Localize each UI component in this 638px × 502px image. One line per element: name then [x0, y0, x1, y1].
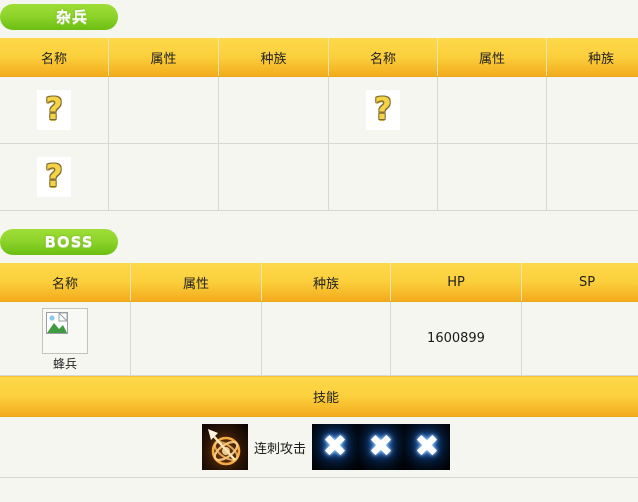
mobs-cell-race-1 — [218, 76, 329, 144]
boss-col-race: 种族 — [261, 263, 391, 302]
mobs-section-badge: 杂兵 — [0, 4, 118, 30]
mobs-cell-attr-2 — [437, 76, 547, 144]
mobs-col-race-1: 种族 — [218, 38, 329, 77]
spiral-thrust-glyph — [207, 429, 241, 466]
mobs-col-attr-2: 属性 — [437, 38, 547, 77]
unknown-placeholder-icon: ? — [37, 90, 71, 130]
unknown-placeholder-icon: ? — [37, 157, 71, 197]
mobs-cell-name-3[interactable]: ? — [0, 143, 109, 211]
x-mark-icon[interactable]: ✖ — [404, 424, 450, 470]
mobs-table-head: 名称 属性 种族 名称 属性 种族 — [0, 38, 638, 77]
table-row: ? — [0, 143, 638, 211]
boss-cell-hp: 1600899 — [390, 301, 522, 376]
mobs-cell-name-4 — [328, 143, 438, 211]
x-mark-icon[interactable]: ✖ — [312, 424, 358, 470]
skill-item-1[interactable]: 连刺攻击 — [201, 424, 312, 470]
x-mark-glyph: ✖ — [368, 429, 394, 464]
boss-table-body: 蜂兵 1600899 技能 连刺攻击 ✖ ✖ ✖ — [0, 301, 638, 478]
boss-table-head: 名称 属性 种族 HP SP — [0, 263, 638, 302]
boss-col-name: 名称 — [0, 263, 131, 302]
skills-header-label: 技能 — [0, 375, 638, 417]
mobs-header-row: 名称 属性 种族 名称 属性 种族 — [0, 38, 638, 77]
boss-cell-race — [261, 301, 391, 376]
skill-label-1: 连刺攻击 — [253, 441, 306, 457]
unknown-placeholder-icon: ? — [366, 90, 400, 130]
mobs-table: 名称 属性 种族 名称 属性 种族 ? ? ? — [0, 38, 638, 211]
skill-strip: 连刺攻击 ✖ ✖ ✖ — [1, 424, 638, 470]
mobs-section-badge-wrap: 杂兵 — [0, 0, 638, 30]
x-mark-glyph: ✖ — [322, 429, 348, 464]
mobs-cell-name-1[interactable]: ? — [0, 76, 109, 144]
skills-cell: 连刺攻击 ✖ ✖ ✖ — [0, 416, 638, 478]
mobs-cell-attr-4 — [437, 143, 547, 211]
spiral-thrust-icon[interactable] — [201, 424, 248, 470]
skill-item-3[interactable]: ✖ — [358, 424, 404, 470]
mobs-cell-race-4 — [546, 143, 638, 211]
mobs-cell-attr-3 — [108, 143, 219, 211]
mobs-cell-race-2 — [546, 76, 638, 144]
boss-col-sp: SP — [521, 263, 638, 302]
mobs-col-name-1: 名称 — [0, 38, 109, 77]
boss-col-attr: 属性 — [130, 263, 262, 302]
table-row: 蜂兵 1600899 — [0, 301, 638, 376]
boss-table: 名称 属性 种族 HP SP 蜂兵 1600899 技能 连刺攻击 ✖ ✖ ✖ — [0, 263, 638, 478]
x-mark-icon[interactable]: ✖ — [358, 424, 404, 470]
table-row: ? ? — [0, 76, 638, 144]
mobs-cell-attr-1 — [108, 76, 219, 144]
skills-row: 连刺攻击 ✖ ✖ ✖ — [0, 416, 638, 478]
boss-cell-attr — [130, 301, 262, 376]
broken-image-glyph — [46, 312, 68, 334]
boss-name-label: 蜂兵 — [52, 357, 77, 371]
skills-header-row: 技能 — [0, 375, 638, 417]
boss-cell-sp — [521, 301, 638, 376]
skill-item-2[interactable]: ✖ — [312, 424, 358, 470]
mobs-cell-race-3 — [218, 143, 329, 211]
boss-section-badge: BOSS — [0, 229, 118, 255]
boss-cell-name[interactable]: 蜂兵 — [0, 301, 131, 376]
boss-col-hp: HP — [390, 263, 522, 302]
mobs-table-body: ? ? ? — [0, 76, 638, 211]
mobs-col-attr-1: 属性 — [108, 38, 219, 77]
x-mark-glyph: ✖ — [414, 429, 440, 464]
boss-section-badge-wrap: BOSS — [0, 225, 638, 255]
mobs-col-name-2: 名称 — [328, 38, 438, 77]
mobs-col-race-2: 种族 — [546, 38, 638, 77]
mobs-cell-name-2[interactable]: ? — [328, 76, 438, 144]
broken-image-icon — [42, 308, 88, 354]
skill-item-4[interactable]: ✖ — [404, 424, 450, 470]
boss-header-row: 名称 属性 种族 HP SP — [0, 263, 638, 302]
